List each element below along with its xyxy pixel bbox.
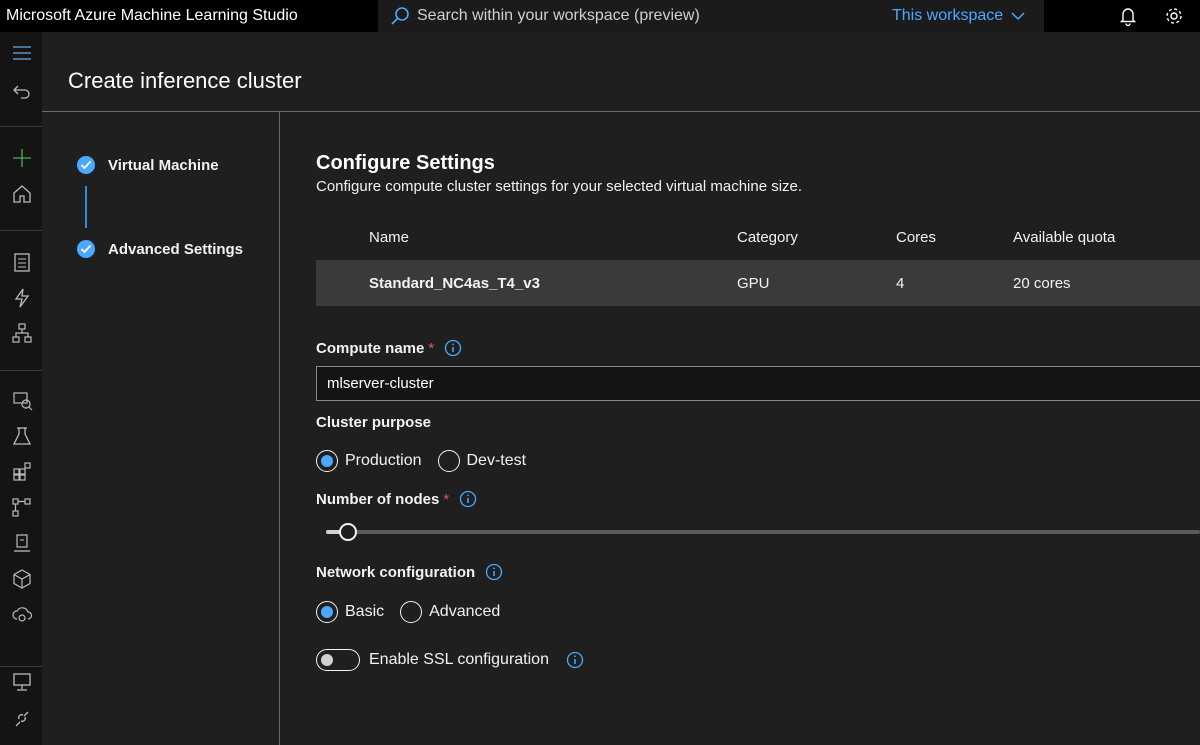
workspace-scope-label: This workspace bbox=[892, 7, 1004, 24]
table-header-row: Name Category Cores Available quota bbox=[316, 214, 1200, 260]
ssl-label: Enable SSL configuration bbox=[369, 651, 549, 668]
radio-label: Advanced bbox=[429, 603, 501, 620]
ssl-toggle-row: Enable SSL configuration bbox=[316, 649, 584, 671]
info-icon[interactable] bbox=[459, 490, 477, 508]
experiments-icon[interactable] bbox=[11, 425, 33, 447]
datasets-icon[interactable] bbox=[11, 389, 33, 411]
radio-dev-test[interactable]: Dev-test bbox=[437, 450, 527, 472]
endpoints-icon[interactable] bbox=[11, 532, 33, 554]
radio-label: Dev-test bbox=[466, 452, 527, 469]
radio-selected-icon bbox=[316, 450, 338, 472]
vm-category-cell: GPU bbox=[737, 275, 770, 292]
radio-label: Production bbox=[345, 452, 422, 469]
designer-icon[interactable] bbox=[11, 322, 33, 344]
cloud-sync-icon[interactable] bbox=[11, 603, 33, 625]
column-header-quota[interactable]: Available quota bbox=[1013, 229, 1115, 246]
gear-icon[interactable] bbox=[1163, 5, 1185, 27]
search-box[interactable]: This workspace bbox=[378, 0, 1044, 32]
plus-icon[interactable] bbox=[11, 147, 33, 169]
section-title: Configure Settings bbox=[316, 152, 495, 174]
rail-divider bbox=[0, 230, 42, 231]
chevron-down-icon bbox=[1011, 12, 1025, 21]
column-header-name[interactable]: Name bbox=[369, 229, 409, 246]
column-header-category[interactable]: Category bbox=[737, 229, 798, 246]
slider-thumb[interactable] bbox=[338, 523, 357, 541]
checkmark-icon bbox=[77, 240, 95, 258]
radio-basic[interactable]: Basic bbox=[316, 601, 384, 623]
nodes-slider[interactable] bbox=[326, 522, 1200, 542]
top-bar: Microsoft Azure Machine Learning Studio … bbox=[0, 0, 1200, 32]
radio-production[interactable]: Production bbox=[316, 450, 422, 472]
vm-size-table: Name Category Cores Available quota Stan… bbox=[316, 214, 1200, 306]
vm-quota-cell: 20 cores bbox=[1013, 275, 1071, 292]
info-icon[interactable] bbox=[485, 563, 503, 581]
cluster-purpose-radio-group: Production Dev-test bbox=[316, 450, 542, 472]
vm-name-cell: Standard_NC4as_T4_v3 bbox=[369, 275, 540, 292]
radio-label: Basic bbox=[345, 603, 385, 620]
cluster-purpose-label: Cluster purpose bbox=[316, 414, 432, 431]
step-advanced-settings[interactable]: Advanced Settings bbox=[77, 240, 243, 258]
nodes-label-text: Number of nodes bbox=[316, 490, 440, 508]
network-config-radio-group: Basic Advanced bbox=[316, 601, 516, 623]
network-config-label: Network configuration bbox=[316, 563, 503, 581]
info-icon[interactable] bbox=[444, 339, 462, 357]
required-marker: * bbox=[428, 339, 435, 357]
automl-icon[interactable] bbox=[11, 287, 33, 309]
rail-divider bbox=[0, 126, 42, 127]
compute-name-label-text: Compute name bbox=[316, 339, 425, 357]
steps-divider bbox=[279, 112, 280, 745]
radio-unselected-icon bbox=[437, 450, 460, 472]
linked-services-icon[interactable] bbox=[11, 707, 33, 729]
radio-selected-icon bbox=[316, 601, 338, 623]
checkmark-icon bbox=[77, 156, 95, 174]
ssl-toggle[interactable] bbox=[316, 649, 360, 671]
table-row[interactable]: Standard_NC4as_T4_v3 GPU 4 20 cores bbox=[316, 260, 1200, 306]
step-connector bbox=[85, 186, 87, 228]
header-divider bbox=[42, 111, 1200, 112]
info-icon[interactable] bbox=[566, 651, 584, 669]
compute-name-label: Compute name * bbox=[316, 339, 462, 357]
models-icon[interactable] bbox=[11, 496, 33, 518]
step-label: Virtual Machine bbox=[108, 156, 219, 174]
home-icon[interactable] bbox=[11, 183, 33, 205]
nodes-label: Number of nodes * bbox=[316, 490, 477, 508]
search-icon bbox=[391, 7, 409, 25]
rail-divider bbox=[0, 370, 42, 371]
radio-advanced[interactable]: Advanced bbox=[400, 601, 500, 623]
slider-track bbox=[326, 530, 1200, 534]
step-virtual-machine[interactable]: Virtual Machine bbox=[77, 156, 219, 174]
left-nav-rail bbox=[0, 32, 42, 745]
bell-icon[interactable] bbox=[1117, 5, 1139, 27]
rail-divider bbox=[0, 666, 42, 667]
workspace-scope-dropdown[interactable]: This workspace bbox=[892, 7, 1025, 25]
cube-icon[interactable] bbox=[11, 568, 33, 590]
radio-unselected-icon bbox=[400, 601, 423, 623]
compute-name-input[interactable] bbox=[316, 366, 1200, 401]
hamburger-menu-icon[interactable] bbox=[11, 42, 33, 64]
back-icon[interactable] bbox=[11, 80, 33, 102]
page-title: Create inference cluster bbox=[68, 68, 302, 93]
section-description: Configure compute cluster settings for y… bbox=[316, 178, 803, 195]
compute-icon[interactable] bbox=[11, 671, 33, 693]
app-title[interactable]: Microsoft Azure Machine Learning Studio bbox=[6, 7, 298, 25]
pipelines-icon[interactable] bbox=[11, 460, 33, 482]
required-marker: * bbox=[443, 490, 450, 508]
step-label: Advanced Settings bbox=[108, 240, 244, 258]
notebook-icon[interactable] bbox=[11, 251, 33, 273]
search-input[interactable] bbox=[417, 0, 877, 32]
column-header-cores[interactable]: Cores bbox=[896, 229, 936, 246]
vm-cores-cell: 4 bbox=[896, 275, 905, 292]
toggle-knob bbox=[321, 653, 333, 666]
network-config-label-text: Network configuration bbox=[316, 563, 476, 581]
